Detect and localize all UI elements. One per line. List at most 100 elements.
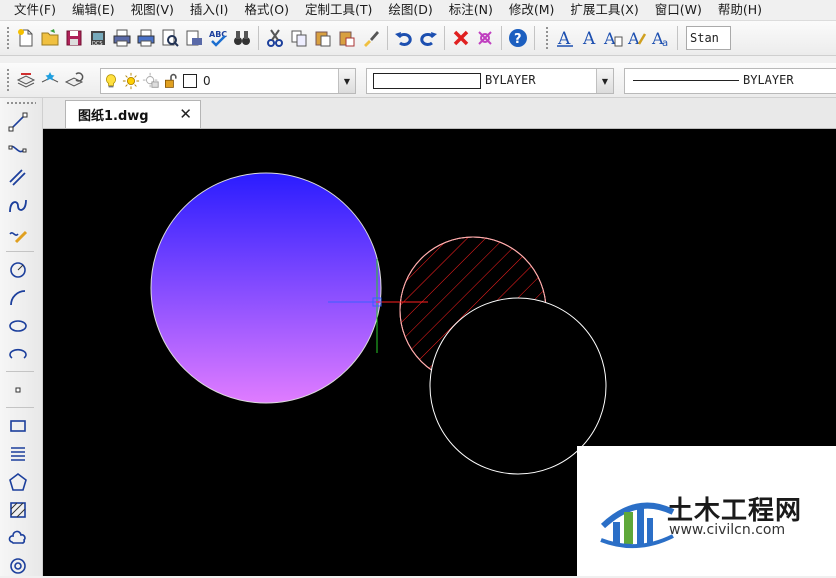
paste-special-button[interactable] bbox=[336, 26, 358, 50]
polyline-tool-button[interactable] bbox=[6, 138, 30, 162]
undo-button[interactable] bbox=[393, 26, 415, 50]
ellipse-tool-button[interactable] bbox=[6, 314, 30, 338]
point-icon bbox=[15, 387, 21, 393]
spell-check-button[interactable]: ABC bbox=[207, 26, 229, 50]
layer-star-icon bbox=[41, 72, 59, 83]
menu-help[interactable]: 帮助(H) bbox=[709, 0, 769, 20]
layer-manager-button[interactable] bbox=[15, 68, 37, 92]
paste-special-icon bbox=[339, 31, 355, 47]
lightbulb-icon bbox=[101, 72, 121, 90]
save-image-icon: DCS bbox=[91, 31, 105, 47]
menu-extension-tools[interactable]: 扩展工具(X) bbox=[561, 0, 645, 20]
erase-button[interactable] bbox=[450, 26, 472, 50]
spline-icon bbox=[9, 199, 27, 213]
menu-custom-tools[interactable]: 定制工具(T) bbox=[296, 0, 379, 20]
line-tool-button[interactable] bbox=[6, 110, 30, 134]
text-style-combo[interactable]: Stan bbox=[686, 26, 731, 50]
linetype-value: BYLAYER bbox=[743, 73, 794, 87]
sketch-tool-button[interactable] bbox=[6, 222, 30, 246]
arc-tool-button[interactable] bbox=[6, 286, 30, 310]
menu-dimension[interactable]: 标注(N) bbox=[440, 0, 500, 20]
open-folder-icon bbox=[41, 29, 59, 46]
hatch-tool-button[interactable] bbox=[6, 498, 30, 522]
purge-button[interactable] bbox=[474, 26, 496, 50]
rectangle-tool-button[interactable] bbox=[6, 414, 30, 438]
layer-combo[interactable]: 0 ▼ bbox=[100, 68, 356, 94]
line-icon bbox=[8, 112, 28, 132]
helix-icon bbox=[11, 447, 25, 461]
save-as-image-button[interactable]: DCS bbox=[87, 26, 109, 50]
close-icon[interactable]: ✕ bbox=[179, 105, 192, 123]
pencil-curve-icon bbox=[9, 230, 28, 244]
save-disk-icon bbox=[66, 30, 82, 46]
ellipse-arc-tool-button[interactable] bbox=[6, 342, 30, 366]
menu-draw[interactable]: 绘图(D) bbox=[379, 0, 439, 20]
menu-file[interactable]: 文件(F) bbox=[0, 0, 63, 20]
find-text-button[interactable]: A bbox=[626, 26, 648, 50]
menu-edit[interactable]: 编辑(E) bbox=[63, 0, 122, 20]
chevron-down-icon[interactable]: ▼ bbox=[596, 69, 613, 93]
linetype-combo[interactable]: BYLAYER bbox=[624, 68, 836, 94]
toolbar-grip[interactable] bbox=[6, 101, 36, 105]
find-button[interactable] bbox=[231, 26, 253, 50]
open-button[interactable] bbox=[39, 26, 61, 50]
polyline-icon bbox=[8, 145, 27, 153]
menu-view[interactable]: 视图(V) bbox=[122, 0, 181, 20]
single-line-text-button[interactable]: A bbox=[578, 26, 600, 50]
gradient-circle[interactable] bbox=[150, 172, 382, 404]
scissors-icon bbox=[267, 29, 283, 47]
copy-icon bbox=[291, 30, 307, 47]
layer-prev-icon bbox=[64, 72, 84, 87]
match-properties-button[interactable] bbox=[360, 26, 382, 50]
tab-label: 图纸1.dwg bbox=[78, 109, 149, 124]
svg-text:A: A bbox=[582, 29, 596, 48]
print-button[interactable] bbox=[135, 26, 157, 50]
chevron-down-icon[interactable]: ▼ bbox=[338, 69, 355, 93]
text-edit-icon: A bbox=[603, 29, 623, 48]
menu-modify[interactable]: 修改(M) bbox=[500, 0, 562, 20]
toolbar-grip[interactable] bbox=[6, 68, 10, 92]
paste-button[interactable] bbox=[312, 26, 334, 50]
polygon-tool-button[interactable] bbox=[6, 470, 30, 494]
donut-tool-button[interactable] bbox=[6, 554, 30, 578]
helix-tool-button[interactable] bbox=[6, 442, 30, 466]
text-button[interactable]: A bbox=[554, 26, 576, 50]
linetype-preview bbox=[633, 80, 739, 81]
color-combo[interactable]: BYLAYER ▼ bbox=[366, 68, 614, 94]
publish-button[interactable] bbox=[183, 26, 205, 50]
print-preview-icon bbox=[162, 29, 179, 47]
civilcn-logo-icon bbox=[600, 502, 675, 549]
circle-tool-button[interactable] bbox=[6, 258, 30, 282]
cut-button[interactable] bbox=[264, 26, 286, 50]
copy-button[interactable] bbox=[288, 26, 310, 50]
new-button[interactable] bbox=[15, 26, 37, 50]
edit-text-button[interactable]: A bbox=[602, 26, 624, 50]
watermark-logo: 土木工程网 www.civilcn.com bbox=[577, 446, 836, 576]
save-button[interactable] bbox=[63, 26, 85, 50]
print-icon bbox=[137, 29, 155, 47]
point-tool-button[interactable] bbox=[6, 378, 30, 402]
menu-insert[interactable]: 插入(I) bbox=[181, 0, 235, 20]
help-button[interactable]: ? bbox=[507, 26, 529, 50]
layer-color-swatch bbox=[183, 74, 197, 88]
multiline-tool-button[interactable] bbox=[6, 166, 30, 190]
revision-cloud-tool-button[interactable] bbox=[6, 526, 30, 550]
redo-button[interactable] bbox=[417, 26, 439, 50]
spline-tool-button[interactable] bbox=[6, 194, 30, 218]
plot-button[interactable] bbox=[111, 26, 133, 50]
sun-icon bbox=[121, 72, 141, 90]
layer-state-button[interactable] bbox=[39, 68, 61, 92]
spell-check-icon: ABC bbox=[209, 30, 227, 47]
menu-window[interactable]: 窗口(W) bbox=[646, 0, 709, 20]
text-a-icon: A bbox=[557, 29, 573, 48]
layer-stack-icon bbox=[16, 73, 36, 88]
scale-text-button[interactable]: Aa bbox=[650, 26, 672, 50]
menu-format[interactable]: 格式(O) bbox=[235, 0, 296, 20]
toolbar-grip[interactable] bbox=[6, 26, 10, 50]
rectangle-icon bbox=[10, 420, 26, 432]
layer-previous-button[interactable] bbox=[63, 68, 85, 92]
toolbar-grip[interactable] bbox=[545, 26, 549, 50]
tab-drawing1[interactable]: 图纸1.dwg ✕ bbox=[65, 100, 201, 128]
draw-toolbar bbox=[0, 98, 43, 576]
print-preview-button[interactable] bbox=[159, 26, 181, 50]
